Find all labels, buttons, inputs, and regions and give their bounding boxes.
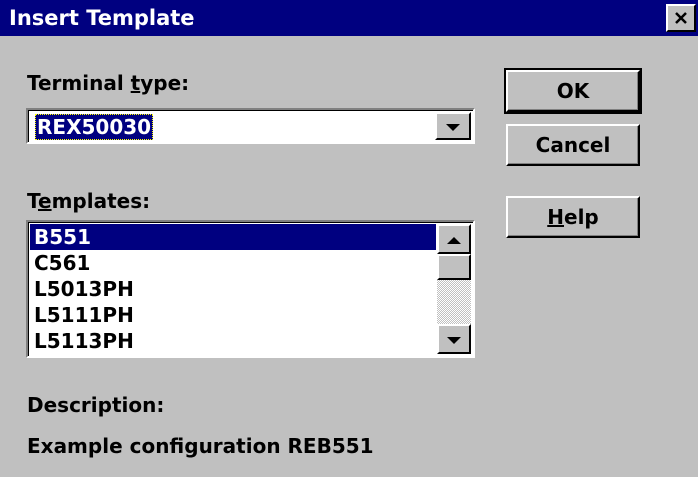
templates-label-prefix: T (27, 189, 38, 213)
terminal-type-value[interactable]: REX50030 (35, 114, 154, 140)
ok-button[interactable]: OK (504, 68, 642, 114)
terminal-type-combobox[interactable]: REX50030 (26, 108, 475, 144)
templates-listbox[interactable]: B551 C561 L5013PH L5111PH L5113PH (26, 220, 475, 358)
templates-scrollbar[interactable] (437, 224, 471, 354)
description-text: Example configuration REB551 (27, 434, 374, 458)
help-button[interactable]: Help (506, 196, 640, 238)
templates-label-suffix: mplates: (51, 189, 151, 213)
insert-template-dialog: Insert Template Terminal type: REX50030 … (0, 0, 698, 477)
cancel-button[interactable]: Cancel (506, 124, 640, 166)
terminal-type-dropdown-button[interactable] (435, 112, 471, 140)
window-title: Insert Template (9, 6, 195, 30)
chevron-down-icon (446, 117, 460, 136)
scroll-up-button[interactable] (437, 224, 471, 254)
scroll-thumb[interactable] (437, 254, 471, 280)
help-button-accel: H (547, 205, 564, 229)
terminal-type-label-accel: t (130, 71, 141, 95)
templates-label: Templates: (27, 189, 150, 213)
terminal-type-label-suffix: ype: (140, 71, 190, 95)
help-button-label-suffix: elp (564, 205, 599, 229)
scroll-down-button[interactable] (437, 324, 471, 354)
list-item[interactable]: B551 (30, 224, 436, 250)
arrow-up-icon (447, 230, 461, 249)
close-icon (674, 11, 688, 25)
close-button[interactable] (666, 4, 696, 32)
title-bar[interactable]: Insert Template (0, 0, 698, 36)
list-item[interactable]: L5111PH (30, 302, 436, 328)
list-item[interactable]: L5013PH (30, 276, 436, 302)
templates-list: B551 C561 L5013PH L5111PH L5113PH (30, 224, 436, 354)
templates-label-accel: e (38, 189, 52, 213)
arrow-down-icon (447, 330, 461, 349)
list-item[interactable]: L5113PH (30, 328, 436, 354)
terminal-type-label: Terminal type: (27, 71, 189, 95)
terminal-type-label-prefix: Terminal (27, 71, 131, 95)
description-label: Description: (27, 393, 165, 417)
list-item[interactable]: C561 (30, 250, 436, 276)
